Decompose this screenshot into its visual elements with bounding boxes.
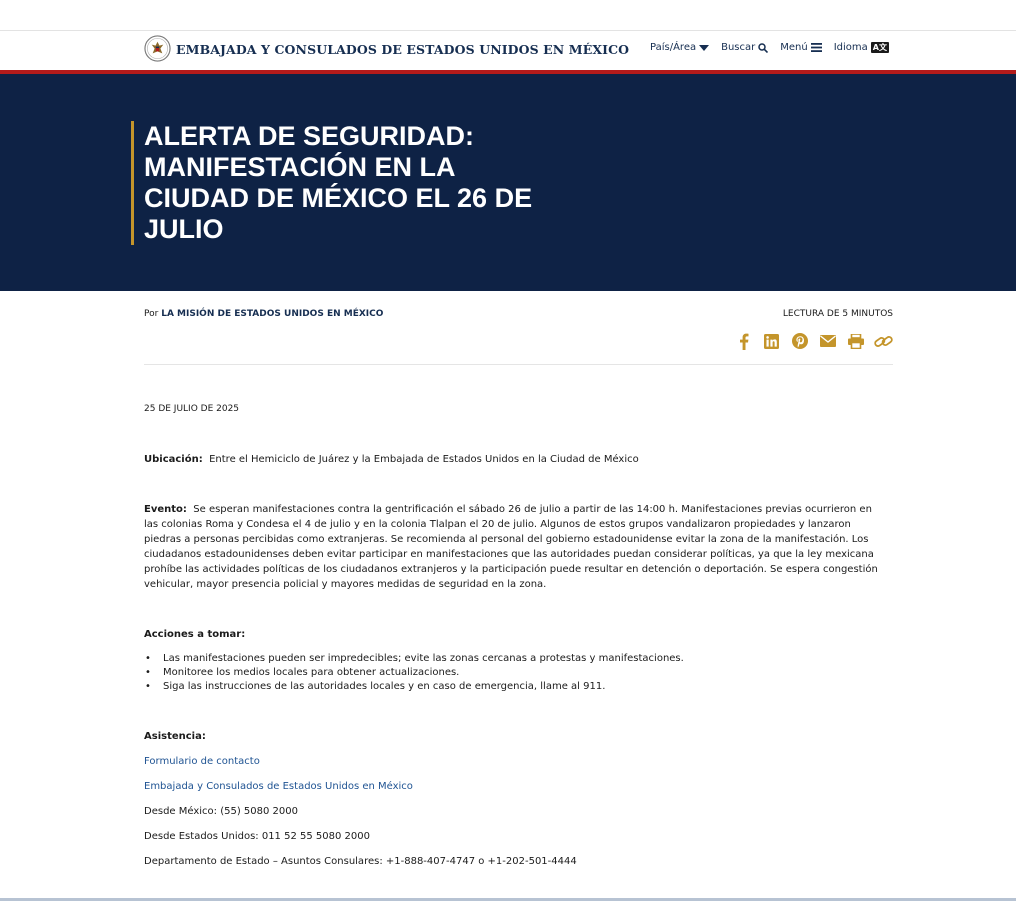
publish-date: 25 DE JULIO DE 2025	[144, 404, 240, 414]
phone-usa: Desde Estados Unidos: 011 52 55 5080 200…	[144, 831, 370, 842]
phone-mexico: Desde México: (55) 5080 2000	[144, 806, 298, 817]
ubicacion-paragraph: Ubicación: Entre el Hemiciclo de Juárez …	[144, 452, 884, 467]
language-button[interactable]: Idioma A文	[834, 42, 889, 53]
site-header: EMBAJADA Y CONSULADOS DE ESTADOS UNIDOS …	[0, 31, 1016, 70]
facebook-icon[interactable]	[734, 332, 753, 350]
byline-prefix: Por	[144, 309, 159, 319]
evento-text: Se esperan manifestaciones contra la gen…	[144, 504, 878, 590]
acciones-list: Las manifestaciones pueden ser impredeci…	[144, 652, 884, 694]
main-nav: País/Área Buscar Menú Idioma A文	[650, 42, 889, 53]
ubicacion-text: Entre el Hemiciclo de Juárez y la Embaja…	[209, 454, 639, 465]
embassy-seal-icon[interactable]	[144, 35, 171, 62]
email-icon[interactable]	[818, 332, 837, 350]
acciones-heading: Acciones a tomar:	[144, 629, 246, 640]
hamburger-icon	[810, 43, 822, 52]
menu-button[interactable]: Menú	[780, 42, 822, 53]
print-icon[interactable]	[846, 332, 865, 350]
hero-accent-bar	[131, 121, 134, 245]
language-label: Idioma	[833, 42, 868, 53]
share-bar	[734, 332, 893, 350]
pinterest-icon[interactable]	[790, 332, 809, 350]
list-item: Siga las instrucciones de las autoridade…	[144, 680, 884, 694]
link-icon[interactable]	[874, 332, 893, 350]
phone-state-dept: Departamento de Estado – Asuntos Consula…	[144, 856, 577, 867]
evento-paragraph: Evento: Se esperan manifestaciones contr…	[144, 502, 884, 592]
meta-divider	[144, 364, 893, 365]
asistencia-heading: Asistencia:	[144, 731, 206, 742]
search-button[interactable]: Buscar	[721, 42, 769, 53]
contact-form-link[interactable]: Formulario de contacto	[144, 754, 260, 769]
caret-down-icon	[699, 44, 710, 51]
search-label: Buscar	[721, 42, 756, 53]
country-selector[interactable]: País/Área	[650, 42, 710, 53]
menu-label: Menú	[780, 42, 808, 53]
read-time: LECTURA DE 5 MINUTOS	[782, 309, 893, 319]
linkedin-icon[interactable]	[762, 332, 781, 350]
evento-label: Evento:	[144, 504, 187, 515]
country-label: País/Área	[650, 42, 697, 53]
ubicacion-label: Ubicación:	[144, 454, 203, 465]
list-item: Las manifestaciones pueden ser impredeci…	[144, 652, 884, 666]
list-item: Monitoree los medios locales para obtene…	[144, 666, 884, 680]
translate-icon: A文	[870, 42, 889, 53]
byline-author: LA MISIÓN DE ESTADOS UNIDOS EN MÉXICO	[161, 309, 384, 319]
search-icon	[758, 42, 769, 53]
embassy-link[interactable]: Embajada y Consulados de Estados Unidos …	[144, 779, 413, 794]
byline: Por LA MISIÓN DE ESTADOS UNIDOS EN MÉXIC…	[144, 309, 383, 319]
page-title: ALERTA DE SEGURIDAD: MANIFESTACIÓN EN LA…	[144, 121, 533, 244]
hero-banner: ALERTA DE SEGURIDAD: MANIFESTACIÓN EN LA…	[0, 74, 1016, 291]
top-strip	[0, 0, 1016, 31]
site-name[interactable]: EMBAJADA Y CONSULADOS DE ESTADOS UNIDOS …	[176, 42, 629, 57]
